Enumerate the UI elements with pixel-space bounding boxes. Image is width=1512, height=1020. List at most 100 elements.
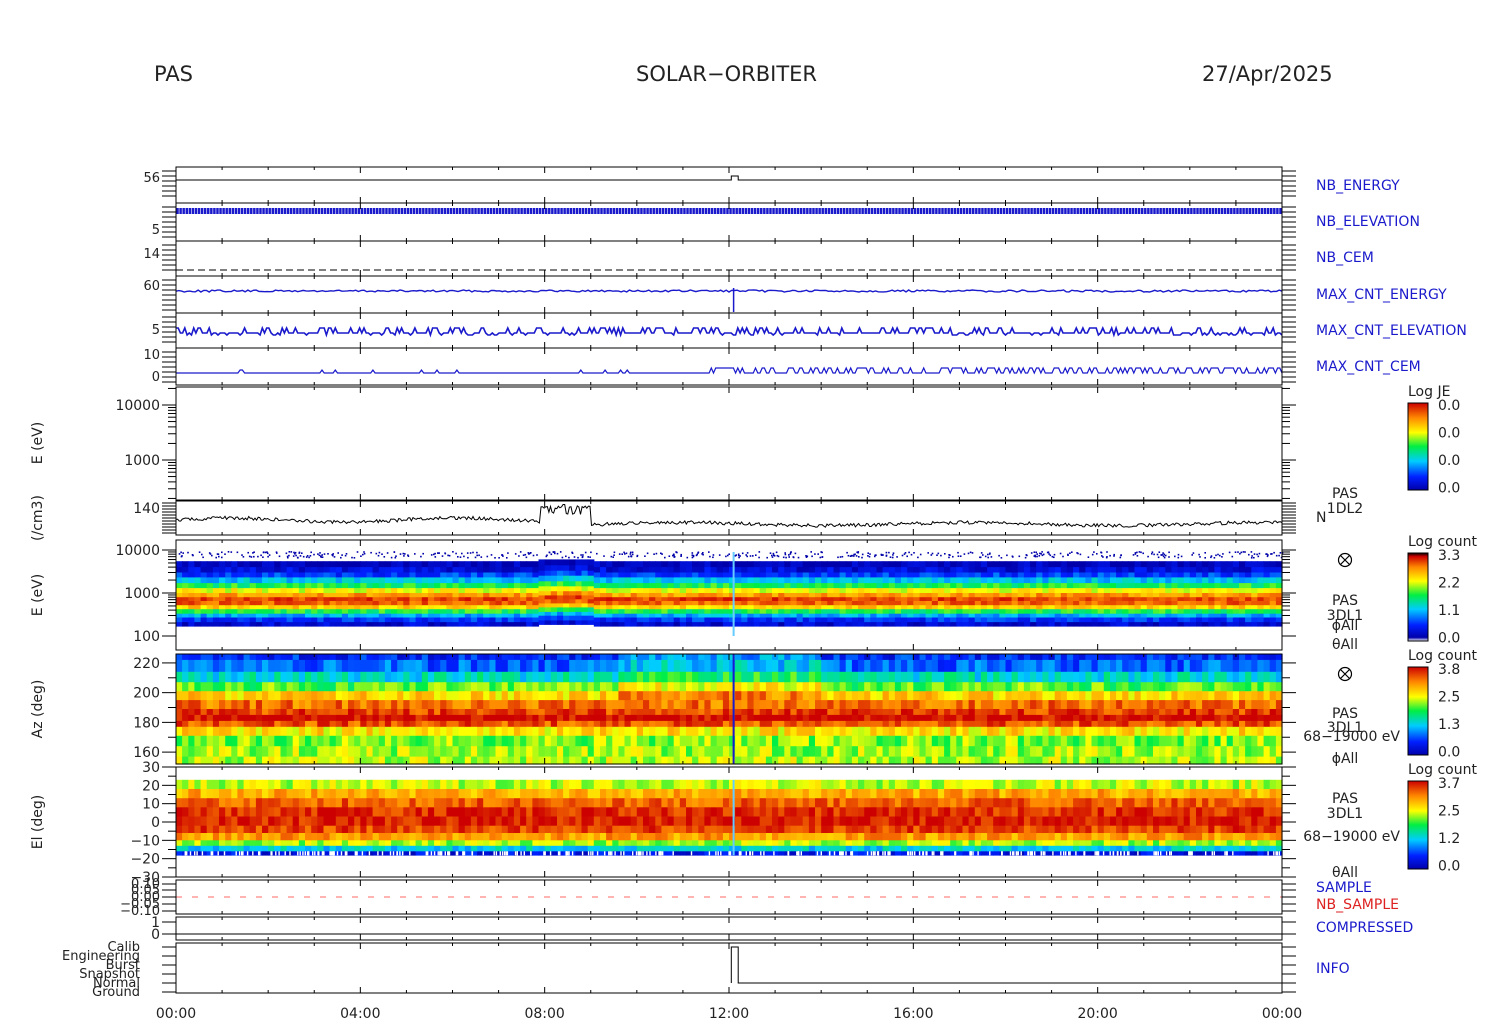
az-spectrogram-cell: [464, 659, 472, 673]
az-spectrogram-cell: [329, 682, 337, 692]
az-spectrogram-cell: [231, 756, 238, 765]
az-spectrogram-cell: [1060, 735, 1068, 747]
az-spectrogram-cell: [262, 709, 269, 716]
e-spectrogram-speckle: [738, 556, 740, 559]
e-spectrogram-cell: [1097, 588, 1105, 594]
e-spectrogram-cell: [1054, 561, 1062, 568]
az-spectrogram-cell: [397, 654, 404, 661]
az-spectrogram-cell: [501, 659, 509, 673]
e-spectrogram-speckle: [178, 553, 181, 555]
e-spectrogram-cell: [636, 588, 644, 594]
e-spectrogram-cell: [1189, 613, 1197, 618]
e-spectrogram-speckle: [1059, 552, 1062, 555]
e-spectrogram-cell: [808, 609, 816, 615]
az-spectrogram-cell: [1085, 756, 1093, 765]
e-spectrogram-cell: [1232, 605, 1240, 610]
e-spectrogram-cell: [729, 572, 736, 579]
az-spectrogram-cell: [729, 735, 736, 747]
e-spectrogram-cell: [636, 577, 644, 584]
az-spectrogram-cell: [716, 720, 724, 728]
az-spectrogram-cell: [772, 746, 779, 758]
e-spectrogram-cell: [1153, 588, 1160, 594]
az-spectrogram-cell: [1097, 691, 1105, 701]
az-spectrogram-cell: [249, 735, 257, 747]
e-spectrogram-cell: [513, 622, 521, 627]
e-spectrogram-cell: [477, 617, 484, 623]
e-spectrogram-cell: [1183, 577, 1191, 584]
az-spectrogram-cell: [956, 714, 963, 722]
e-spectrogram-cell: [305, 617, 312, 623]
e-spectrogram-cell: [243, 609, 251, 615]
e-spectrogram-cell: [354, 577, 361, 584]
az-spectrogram-cell: [636, 700, 644, 710]
az-spectrogram-cell: [458, 726, 466, 737]
e-spectrogram-cell: [495, 601, 503, 606]
az-spectrogram-cell: [722, 700, 730, 710]
e-spectrogram-cell: [372, 583, 380, 589]
e-spectrogram-cell: [409, 588, 417, 594]
az-spectrogram-cell: [348, 746, 355, 758]
e-spectrogram-cell: [489, 613, 497, 618]
az-spectrogram-cell: [993, 714, 1000, 722]
az-spectrogram-cell: [507, 714, 515, 722]
e-spectrogram-cell: [704, 572, 712, 579]
e-spectrogram-cell: [1171, 601, 1179, 606]
az-spectrogram-cell: [606, 671, 613, 683]
az-spectrogram-cell: [808, 746, 816, 758]
az-spectrogram-cell: [612, 714, 619, 722]
e-spectrogram-cell: [372, 605, 380, 610]
e-spectrogram-cell: [704, 605, 712, 610]
e-spectrogram-cell: [1079, 572, 1086, 579]
e-spectrogram-cell: [200, 583, 208, 589]
az-spectrogram-cell: [477, 735, 484, 747]
e-spectrogram-cell: [489, 601, 497, 606]
az-spectrogram-cell: [452, 659, 460, 673]
az-spectrogram-cell: [796, 671, 804, 683]
e-spectrogram-speckle: [771, 556, 774, 558]
az-spectrogram-cell: [581, 682, 589, 692]
e-spectrogram-cell: [944, 609, 951, 615]
e-spectrogram-cell: [1159, 588, 1166, 594]
e-spectrogram-cell: [513, 617, 521, 623]
e-spectrogram-cell: [434, 622, 441, 627]
az-spectrogram-cell: [716, 726, 724, 737]
e-spectrogram-cell: [280, 593, 288, 598]
az-spectrogram-cell: [894, 682, 902, 692]
e-spectrogram-cell: [317, 613, 324, 618]
e-spectrogram-cell: [833, 577, 841, 584]
az-spectrogram-cell: [937, 691, 945, 701]
az-spectrogram-cell: [624, 709, 632, 716]
az-spectrogram-cell: [483, 671, 490, 683]
e-spectrogram-speckle: [1006, 554, 1008, 557]
e-spectrogram-cell: [329, 572, 337, 579]
e-spectrogram-cell: [741, 561, 748, 568]
e-spectrogram-cell: [231, 572, 238, 579]
e-spectrogram-cell: [876, 561, 884, 568]
e-spectrogram-cell: [532, 561, 540, 568]
e-spectrogram-cell: [372, 567, 380, 574]
e-spectrogram-cell: [980, 617, 988, 623]
e-spectrogram-cell: [1103, 609, 1111, 615]
az-spectrogram-cell: [1048, 671, 1056, 683]
az-spectrogram-cell: [391, 700, 398, 710]
az-spectrogram-cell: [335, 756, 343, 765]
e-spectrogram-cell: [366, 609, 374, 615]
az-spectrogram-cell: [378, 720, 386, 728]
e-spectrogram-cell: [968, 577, 976, 584]
az-spectrogram-cell: [821, 746, 828, 758]
az-spectrogram-cell: [305, 682, 312, 692]
e-spectrogram-cell: [821, 577, 828, 584]
e-spectrogram-cell: [1146, 609, 1154, 615]
az-spectrogram-cell: [1017, 735, 1025, 747]
az-spectrogram-cell: [1066, 682, 1074, 692]
e-spectrogram-cell: [1017, 613, 1025, 618]
e-spectrogram-cell: [403, 561, 410, 568]
az-spectrogram-cell: [1066, 726, 1074, 737]
e-spectrogram-cell: [698, 583, 705, 589]
e-spectrogram-speckle: [904, 552, 907, 554]
e-spectrogram-cell: [520, 583, 527, 589]
az-spectrogram-cell: [968, 682, 976, 692]
e-spectrogram-cell: [913, 577, 920, 584]
az-spectrogram-cell: [292, 691, 300, 701]
e-spectrogram-cell: [329, 588, 337, 594]
